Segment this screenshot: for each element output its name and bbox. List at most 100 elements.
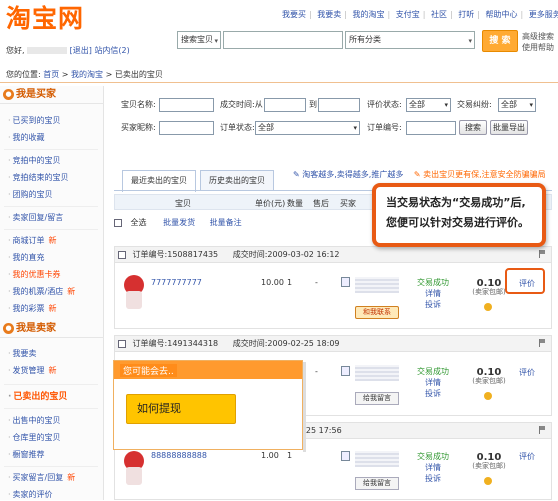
taobao-logo[interactable]: 淘宝网	[6, 4, 84, 34]
sidebar-item-auction[interactable]: · 竞拍中的宝贝	[8, 155, 61, 167]
order-detail-link[interactable]: 详情	[413, 288, 453, 299]
sidebar-section-buyer[interactable]: ● 我是买家	[0, 86, 104, 104]
sidebar-item-favorites[interactable]: · 我的收藏	[8, 132, 45, 144]
item-title-link[interactable]: 7777777777	[151, 278, 202, 287]
popup-shadow	[303, 362, 306, 452]
top-link-buy[interactable]: 我要买	[282, 10, 306, 19]
top-link-ask[interactable]: 打听	[458, 10, 474, 19]
sidebar-item-shipping[interactable]: · 发货管理新	[8, 365, 57, 377]
buyer-name-blurred	[355, 277, 399, 293]
item-title-link[interactable]: 88888888888	[151, 451, 207, 460]
inbox-link[interactable]: 站内信(2)	[94, 46, 129, 55]
how-to-withdraw-button[interactable]: 如何提现	[126, 394, 236, 424]
sidebar-item-bought[interactable]: · 已买到的宝贝	[8, 115, 61, 127]
order-checkbox[interactable]	[118, 339, 126, 348]
sidebar-item-auction-ended[interactable]: · 竞拍结束的宝贝	[8, 172, 69, 184]
aftersale-dash: -	[315, 367, 318, 376]
rate-link[interactable]: 评价	[519, 451, 535, 462]
leave-message-button[interactable]: 给我留言	[355, 392, 399, 405]
sidebar-item-showcase[interactable]: · 橱窗推荐	[8, 449, 45, 461]
safety-notice-link[interactable]: ✎ 卖出宝贝更有保,注意安全防骗骗局	[414, 170, 546, 179]
flag-icon[interactable]	[539, 426, 545, 434]
tab-recent-sold[interactable]: 最近卖出的宝贝	[122, 170, 196, 192]
dispute-select[interactable]: 全部 ▾	[498, 98, 536, 112]
sidebar-item-buyer-messages[interactable]: · 买家留言/回复新	[8, 472, 75, 484]
top-link-community[interactable]: 社区	[431, 10, 447, 19]
sidebar-item-groupbuy[interactable]: · 团购的宝贝	[8, 189, 53, 201]
rate-link[interactable]: 评价	[519, 367, 535, 378]
promo-link[interactable]: ✎ 淘客越多,卖得越多,推广越多	[293, 170, 403, 179]
leave-message-button[interactable]: 给我留言	[355, 477, 399, 490]
breadcrumb-home[interactable]: 首页	[43, 70, 59, 79]
top-link-alipay[interactable]: 支付宝	[396, 10, 420, 19]
flag-icon[interactable]	[539, 250, 545, 258]
order-row: 7777777777 10.00 1 - 和我联系 交易成功 详情 投诉 0.1…	[114, 263, 552, 329]
rate-status-label: 评价状态:	[367, 100, 402, 109]
chat-button[interactable]: 和我联系	[355, 306, 399, 319]
search-category-select[interactable]: 所有分类 ▾	[345, 31, 475, 49]
search-input[interactable]	[223, 31, 343, 49]
breadcrumb-mytaobao[interactable]: 我的淘宝	[71, 70, 103, 79]
sidebar-section-seller[interactable]: ● 我是卖家	[0, 320, 104, 338]
item-thumbnail[interactable]	[121, 273, 147, 311]
sidebar-item-recharge[interactable]: · 我的直充	[8, 252, 45, 264]
top-link-help[interactable]: 帮助中心	[486, 10, 518, 19]
coin-icon	[484, 392, 492, 400]
complain-link[interactable]: 投诉	[413, 299, 453, 310]
flag-icon[interactable]	[539, 339, 545, 347]
sidebar-item-warehouse[interactable]: · 仓库里的宝贝	[8, 432, 61, 444]
search-button[interactable]: 搜 索	[482, 30, 518, 52]
col-aftersale: 售后	[313, 199, 329, 208]
user-icon: ●	[3, 323, 14, 334]
chevron-down-icon: ▾	[529, 101, 533, 109]
order-detail-link[interactable]: 详情	[413, 377, 453, 388]
sidebar-item-on-sale[interactable]: · 出售中的宝贝	[8, 415, 61, 427]
order-status-select[interactable]: 全部 ▾	[255, 121, 360, 135]
search-type-select[interactable]: 搜索宝贝 ▾	[177, 31, 221, 49]
deal-time-from-input[interactable]	[264, 98, 306, 112]
col-qty: 数量	[287, 199, 303, 208]
logout-link[interactable]: [退出]	[70, 46, 92, 55]
dispute-label: 交易纠纷:	[457, 100, 492, 109]
sidebar-item-lottery[interactable]: · 我的彩票新	[8, 303, 57, 315]
order-header: 订单编号:1508817435 成交时间:2009-03-02 16:12	[114, 246, 552, 263]
memo-icon[interactable]	[341, 451, 350, 461]
bulk-ship-link[interactable]: 批量发货	[163, 218, 195, 227]
filter-search-button[interactable]: 搜索	[459, 120, 487, 135]
memo-icon[interactable]	[341, 366, 350, 376]
top-link-more[interactable]: 更多服务	[529, 10, 558, 19]
sidebar-item-sold[interactable]: · 已卖出的宝贝	[8, 391, 67, 403]
user-greeting: 您好, [退出] 站内信(2)	[6, 45, 130, 56]
tab-history-sold[interactable]: 历史卖出的宝贝	[200, 170, 274, 191]
complain-link[interactable]: 投诉	[413, 388, 453, 399]
sidebar-item-seller-reply[interactable]: · 卖家回复/留言	[8, 212, 63, 224]
rate-highlight	[505, 268, 545, 294]
deal-time-to-input[interactable]	[318, 98, 360, 112]
order-detail-link[interactable]: 详情	[413, 462, 453, 473]
sidebar-item-mall-orders[interactable]: · 商城订单新	[8, 235, 57, 247]
complain-link[interactable]: 投诉	[413, 473, 453, 484]
top-link-sell[interactable]: 我要卖	[317, 10, 341, 19]
order-no-input[interactable]	[406, 121, 456, 135]
advanced-search-link[interactable]: 高级搜索使用帮助	[522, 31, 558, 53]
top-link-mytaobao[interactable]: 我的淘宝	[353, 10, 385, 19]
chevron-down-icon: ▾	[353, 124, 357, 132]
greeting-text: 您好,	[6, 46, 25, 55]
order-checkbox[interactable]	[118, 250, 126, 259]
sidebar-item-travel[interactable]: · 我的机票/酒店新	[8, 286, 75, 298]
sidebar-item-coupons[interactable]: · 我的优惠卡券	[8, 269, 61, 281]
item-thumbnail[interactable]	[121, 449, 147, 487]
item-price: 1.00	[261, 451, 279, 460]
sidebar: ● 我是买家 · 已买到的宝贝 · 我的收藏 · 竞拍中的宝贝 · 竞拍结束的宝贝 · 团购…	[0, 86, 104, 500]
memo-icon[interactable]	[341, 277, 350, 287]
select-all-checkbox[interactable]	[114, 218, 122, 227]
order-time: 2009-02-25 18:09	[267, 339, 340, 348]
export-button[interactable]: 批量导出	[490, 120, 528, 135]
rate-status-select[interactable]: 全部 ▾	[406, 98, 451, 112]
popup-header: 您可能会去..	[114, 361, 302, 379]
sidebar-item-sell[interactable]: · 我要卖	[8, 348, 37, 360]
sidebar-item-seller-ratings[interactable]: · 卖家的评价	[8, 489, 53, 501]
buyer-nick-input[interactable]	[159, 121, 214, 135]
item-name-input[interactable]	[159, 98, 214, 112]
bulk-note-link[interactable]: 批量备注	[210, 218, 242, 227]
